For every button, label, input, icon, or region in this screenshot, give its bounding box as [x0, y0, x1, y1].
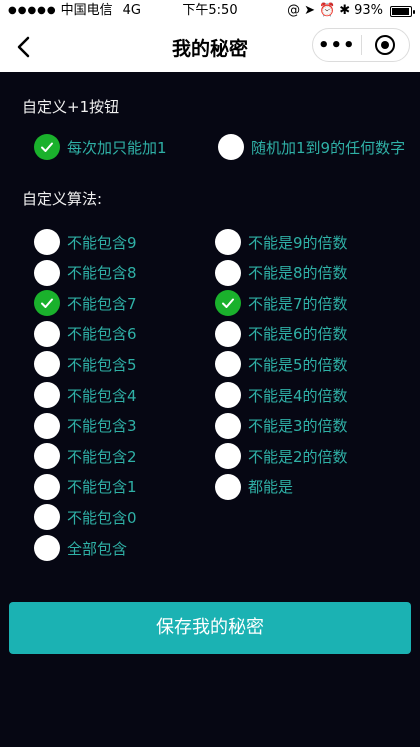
- radio-unchecked-icon[interactable]: [34, 320, 60, 347]
- radio-unchecked-icon[interactable]: [34, 382, 60, 408]
- plus-one-title: 自定义+1按钮: [22, 98, 120, 116]
- radio-option[interactable]: 不能是6的倍数: [215, 320, 348, 347]
- radio-unchecked-icon[interactable]: [215, 229, 241, 255]
- radio-option[interactable]: 每次加只能加1: [34, 134, 167, 160]
- radio-option[interactable]: 不能是8的倍数: [215, 259, 348, 286]
- radio-option[interactable]: 不能是2的倍数: [215, 443, 348, 470]
- radio-unchecked-icon[interactable]: [34, 259, 60, 286]
- radio-unchecked-icon[interactable]: [215, 259, 241, 286]
- option-label: 全部包含: [67, 539, 128, 558]
- alarm-icon: ⏰: [319, 3, 336, 18]
- option-label: 不能是8的倍数: [248, 264, 348, 283]
- checkmark-icon: [222, 298, 234, 309]
- option-label: 不能包含6: [67, 325, 137, 344]
- option-label: 不能是7的倍数: [248, 294, 348, 313]
- at-icon: @: [287, 3, 301, 18]
- bluetooth-icon: ✱: [339, 3, 351, 18]
- option-label: 不能包含7: [67, 294, 137, 313]
- radio-option[interactable]: 全部包含: [34, 535, 127, 561]
- radio-option[interactable]: 不能包含9: [34, 229, 137, 255]
- more-button[interactable]: •••: [313, 29, 361, 61]
- option-label: 不能包含9: [67, 233, 137, 252]
- radio-option[interactable]: 不能包含3: [34, 412, 137, 439]
- checkmark-icon: [41, 142, 53, 152]
- radio-option[interactable]: 不能包含7: [34, 290, 137, 317]
- capsule-menu: •••: [312, 28, 410, 62]
- option-label: 不能包含4: [67, 386, 137, 405]
- battery-percent: 93%: [354, 3, 383, 18]
- option-label: 随机加1到9的任何数字: [251, 138, 406, 157]
- location-icon: ➤: [304, 3, 315, 18]
- radio-unchecked-icon[interactable]: [34, 229, 60, 255]
- radio-checked-icon[interactable]: [34, 134, 60, 160]
- option-label: 不能是5的倍数: [248, 355, 348, 374]
- radio-unchecked-icon[interactable]: [215, 443, 241, 470]
- option-label: 不能包含3: [67, 417, 137, 436]
- battery-icon: [390, 5, 415, 17]
- radio-unchecked-icon[interactable]: [218, 134, 244, 160]
- radio-unchecked-icon[interactable]: [34, 443, 60, 470]
- radio-option[interactable]: 不能是9的倍数: [215, 229, 348, 255]
- radio-option[interactable]: 不能包含4: [34, 382, 137, 408]
- radio-option[interactable]: 不能包含2: [34, 443, 137, 470]
- radio-unchecked-icon[interactable]: [34, 351, 60, 378]
- more-icon: •••: [317, 34, 356, 56]
- option-label: 不能是3的倍数: [248, 417, 348, 436]
- target-icon: [375, 35, 396, 55]
- radio-unchecked-icon[interactable]: [34, 412, 60, 439]
- checkmark-icon: [41, 298, 53, 309]
- radio-unchecked-icon[interactable]: [34, 473, 60, 500]
- radio-option[interactable]: 随机加1到9的任何数字: [218, 134, 405, 160]
- option-label: 不能是9的倍数: [248, 233, 348, 252]
- nav-bar: 我的秘密 •••: [0, 22, 420, 72]
- radio-option[interactable]: 不能是4的倍数: [215, 382, 348, 408]
- close-miniprogram-button[interactable]: [362, 29, 410, 61]
- radio-option[interactable]: 不能包含5: [34, 351, 137, 378]
- algorithm-title: 自定义算法:: [22, 190, 103, 208]
- radio-unchecked-icon[interactable]: [34, 535, 60, 561]
- option-label: 不能是4的倍数: [248, 386, 348, 405]
- option-label: 不能包含0: [67, 508, 137, 527]
- option-label: 不能是2的倍数: [248, 447, 348, 466]
- save-button[interactable]: 保存我的秘密: [9, 602, 411, 654]
- radio-option[interactable]: 不能是3的倍数: [215, 412, 348, 439]
- radio-checked-icon[interactable]: [34, 290, 60, 317]
- option-label: 不能包含2: [67, 447, 137, 466]
- radio-unchecked-icon[interactable]: [34, 504, 60, 531]
- radio-option[interactable]: 不能包含1: [34, 473, 137, 500]
- radio-option[interactable]: 不能是5的倍数: [215, 351, 348, 378]
- radio-unchecked-icon[interactable]: [215, 320, 241, 347]
- status-right: @ ➤ ⏰ ✱ 93%: [287, 0, 415, 22]
- option-label: 不能是6的倍数: [248, 325, 348, 344]
- option-label: 不能包含5: [67, 355, 137, 374]
- status-bar: ●●●●● 中国电信 4G 下午5:50 @ ➤ ⏰ ✱ 93%: [0, 0, 420, 22]
- radio-option[interactable]: 不能包含6: [34, 320, 137, 347]
- radio-unchecked-icon[interactable]: [215, 351, 241, 378]
- radio-unchecked-icon[interactable]: [215, 412, 241, 439]
- radio-unchecked-icon[interactable]: [215, 473, 241, 500]
- radio-checked-icon[interactable]: [215, 290, 241, 317]
- header: ●●●●● 中国电信 4G 下午5:50 @ ➤ ⏰ ✱ 93% 我的秘密 ••…: [0, 0, 420, 72]
- option-label: 不能包含8: [67, 264, 137, 283]
- radio-unchecked-icon[interactable]: [215, 382, 241, 408]
- radio-option[interactable]: 都能是: [215, 473, 294, 500]
- option-label: 不能包含1: [67, 478, 137, 497]
- option-label: 都能是: [248, 478, 294, 497]
- radio-option[interactable]: 不能包含8: [34, 259, 137, 286]
- radio-option[interactable]: 不能是7的倍数: [215, 290, 348, 317]
- option-label: 每次加只能加1: [67, 138, 167, 157]
- radio-option[interactable]: 不能包含0: [34, 504, 137, 531]
